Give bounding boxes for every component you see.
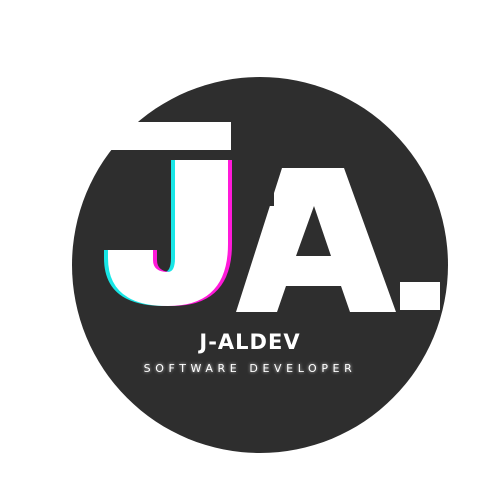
- brand-name: J-ALDEV: [199, 330, 301, 354]
- ja-monogram-graphic: [72, 77, 448, 453]
- a-notch: [240, 168, 274, 206]
- top-bar: [100, 122, 231, 150]
- logo-badge: J-ALDEV SOFTWARE DEVELOPER: [0, 0, 500, 500]
- period-dot: [400, 282, 440, 310]
- tagline: SOFTWARE DEVELOPER: [143, 362, 357, 375]
